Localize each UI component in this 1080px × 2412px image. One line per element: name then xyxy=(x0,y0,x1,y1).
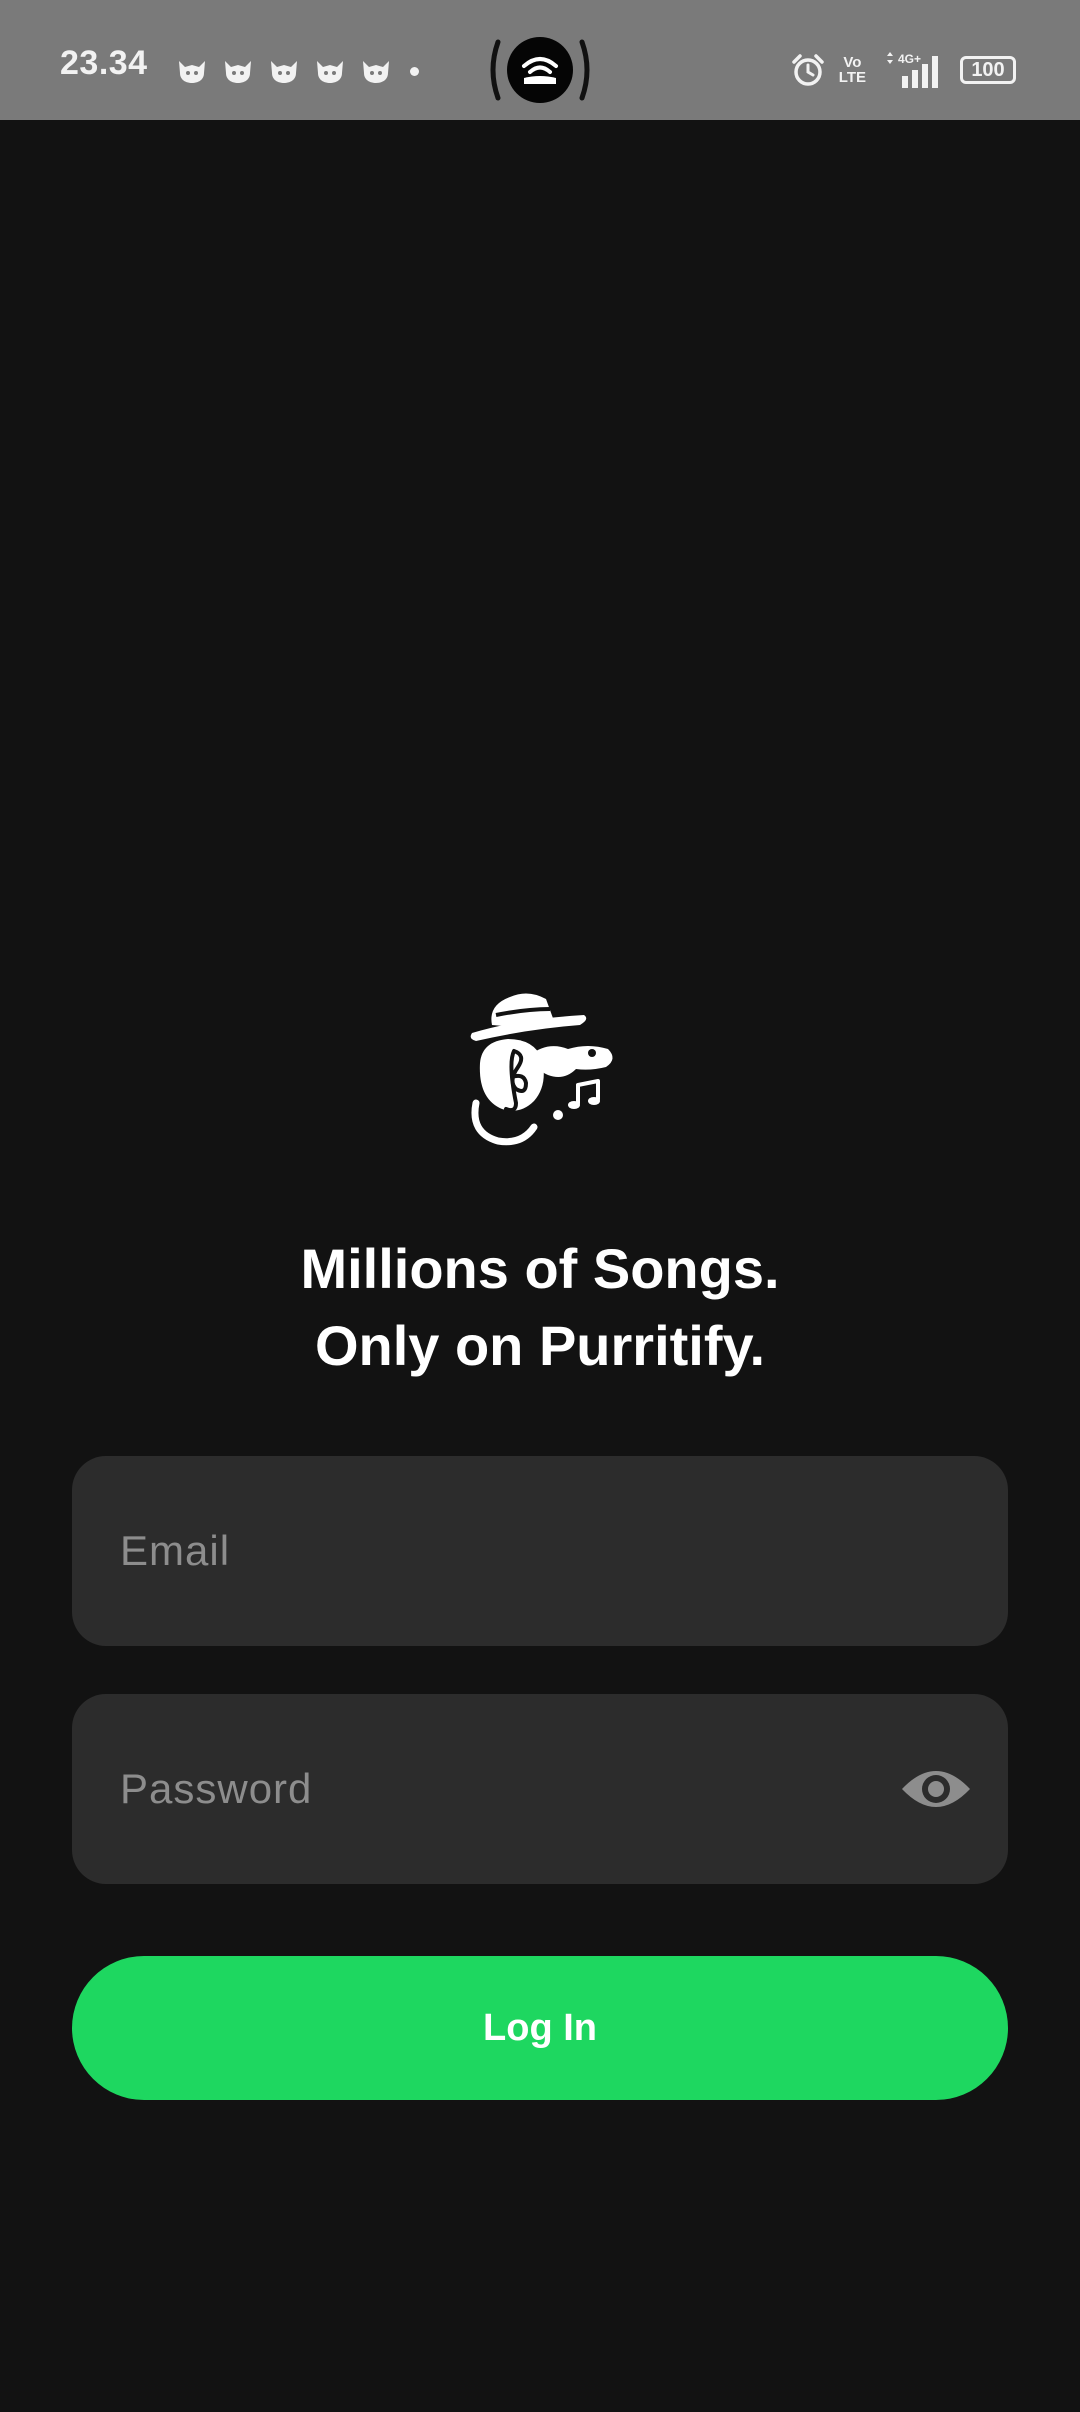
signal-icon: 4G+ xyxy=(887,52,938,88)
status-time: 23.34 xyxy=(60,44,148,82)
cat-with-hat-music-logo xyxy=(470,993,613,1146)
alarm-icon xyxy=(792,54,824,86)
cat-notification-icon xyxy=(179,61,205,83)
status-right-icons: Vo LTE 4G+ 100 xyxy=(791,50,1016,90)
tagline-line-2: Only on Purritify. xyxy=(314,1314,766,1377)
password-field[interactable] xyxy=(120,1694,900,1884)
tagline: Millions of Songs. Only on Purritify. xyxy=(0,1230,1080,1384)
email-field-container[interactable] xyxy=(72,1456,1008,1646)
svg-text:4G+: 4G+ xyxy=(898,52,921,66)
status-bar: 23.34 Vo LTE 4G+ 100 xyxy=(0,0,1080,120)
password-field-container[interactable] xyxy=(72,1694,1008,1884)
cat-notification-icon xyxy=(271,61,297,83)
login-button[interactable]: Log In xyxy=(72,1956,1008,2100)
cat-notification-icon xyxy=(363,61,389,83)
tagline-line-1: Millions of Songs. xyxy=(300,1237,780,1300)
login-screen: 23.34 Vo LTE 4G+ 100 Millions of Songs. … xyxy=(0,0,1080,2412)
email-field[interactable] xyxy=(120,1456,900,1646)
notification-icons xyxy=(176,56,419,86)
cat-notification-icon xyxy=(317,61,343,83)
cat-notification-icon xyxy=(225,61,251,83)
eye-icon[interactable] xyxy=(900,1757,972,1821)
battery-icon: 100 xyxy=(960,56,1016,84)
more-dot-icon xyxy=(410,66,419,76)
hotspot-icon xyxy=(490,37,590,103)
volte-icon: Vo LTE xyxy=(838,54,866,86)
